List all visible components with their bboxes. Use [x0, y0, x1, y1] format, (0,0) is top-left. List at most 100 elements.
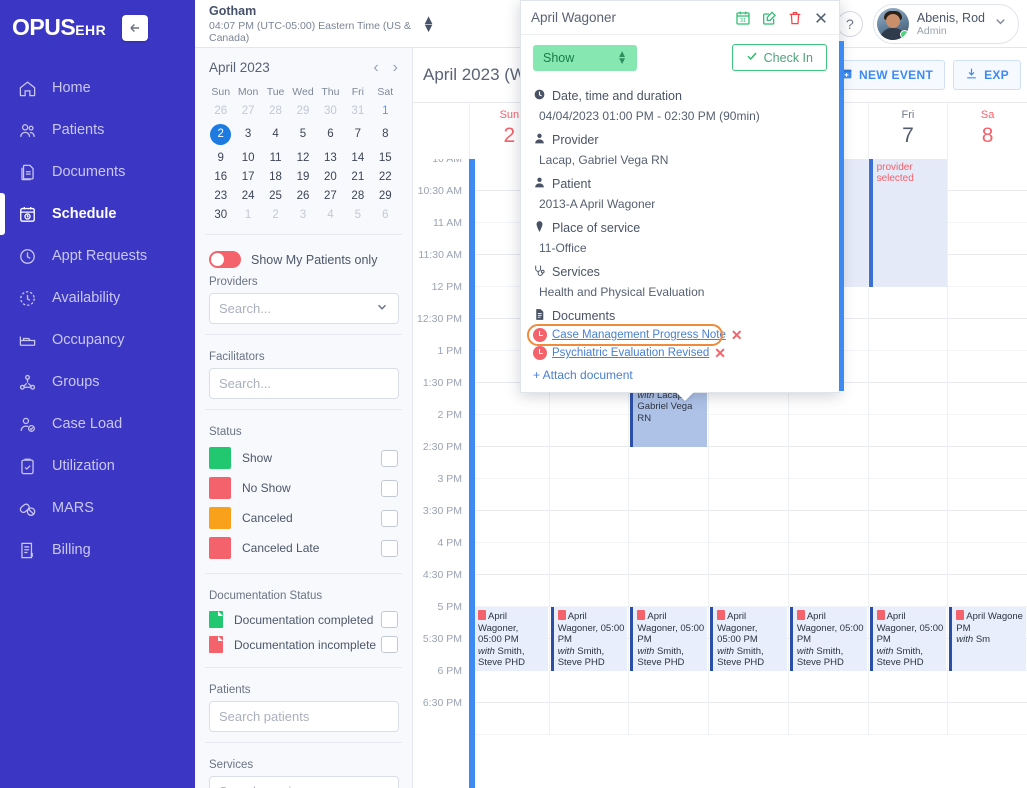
mini-calendar-day[interactable]: 9 [207, 148, 234, 167]
calendar-event[interactable]: April Wagoner, 05:00 PM with Smith, Stev… [869, 607, 947, 671]
sidebar-item-patients[interactable]: Patients [0, 109, 195, 151]
calendar-slot[interactable] [868, 415, 948, 447]
edit-square-icon[interactable] [761, 10, 777, 26]
mini-calendar-day[interactable]: 14 [344, 148, 371, 167]
calendar-slot[interactable] [549, 479, 629, 511]
services-search-input[interactable]: Search services [209, 776, 399, 788]
calendar-slot[interactable] [868, 319, 948, 351]
mini-calendar-day[interactable]: 17 [234, 167, 261, 186]
status-item-checkbox[interactable] [381, 509, 398, 527]
document-link[interactable]: Psychiatric Evaluation Revised [552, 347, 709, 359]
mini-calendar-day[interactable]: 5 [289, 120, 316, 148]
calendar-slot[interactable] [709, 447, 788, 479]
providers-search-input[interactable]: Search... [209, 293, 399, 324]
calendar-slot[interactable] [709, 703, 788, 735]
mini-calendar-day[interactable]: 16 [207, 167, 234, 186]
mini-calendar-day[interactable]: 30 [207, 205, 234, 224]
calendar-slot[interactable] [868, 543, 948, 575]
status-item-checkbox[interactable] [381, 479, 398, 497]
mini-calendar-day[interactable]: 26 [289, 186, 316, 205]
mini-calendar-day[interactable]: 23 [207, 186, 234, 205]
calendar-event[interactable]: April Wagoner, 05:00 PM with Smith, Stev… [710, 607, 787, 671]
remove-document-button[interactable]: ✕ [731, 328, 743, 342]
doc-status-item-checkbox[interactable] [381, 611, 398, 628]
mini-calendar-day[interactable]: 8 [372, 120, 399, 148]
sidebar-item-schedule[interactable]: Schedule [0, 193, 195, 235]
mini-calendar-day[interactable]: 13 [317, 148, 344, 167]
calendar-slot[interactable] [788, 479, 868, 511]
sidebar-item-mars[interactable]: MARS [0, 487, 195, 529]
mini-calendar-day[interactable]: 3 [289, 205, 316, 224]
sidebar-item-appt-requests[interactable]: Appt Requests [0, 235, 195, 277]
calendar-slot[interactable] [709, 511, 788, 543]
calendar-slot[interactable] [948, 575, 1027, 607]
calendar-slot[interactable] [948, 351, 1027, 383]
mini-calendar-day[interactable]: 12 [289, 148, 316, 167]
calendar-slot[interactable] [788, 575, 868, 607]
calendar-slot[interactable] [629, 447, 709, 479]
calendar-slot[interactable] [629, 479, 709, 511]
appointment-status-select[interactable]: Show ▲ ▼ [533, 44, 637, 71]
sidebar-item-availability[interactable]: Availability [0, 277, 195, 319]
calendar-slot[interactable] [868, 703, 948, 735]
user-menu[interactable]: Abenis, Rod Admin [872, 3, 1019, 44]
mini-calendar-day[interactable]: 18 [262, 167, 289, 186]
show-my-patients-row[interactable]: Show My Patients only [195, 245, 412, 270]
mini-calendar-day[interactable]: 2 [207, 120, 234, 148]
calendar-slot[interactable] [549, 671, 629, 703]
calendar-event[interactable]: April Wagoner, 05:00 PM with Smith, Stev… [471, 607, 548, 671]
mini-calendar-day[interactable]: 5 [344, 205, 371, 224]
calendar-slot[interactable] [629, 575, 709, 607]
location-selector[interactable]: Gotham 04:07 PM (UTC-05:00) Eastern Time… [195, 4, 435, 44]
mini-calendar-day[interactable]: 28 [262, 101, 289, 120]
calendar-slot[interactable] [470, 575, 549, 607]
calendar-slot[interactable] [948, 159, 1027, 191]
doc-status-item-checkbox[interactable] [381, 636, 398, 653]
mini-calendar-day[interactable]: 24 [234, 186, 261, 205]
mini-calendar-day[interactable]: 10 [234, 148, 261, 167]
calendar-slot[interactable] [788, 447, 868, 479]
calendar-slot[interactable] [788, 511, 868, 543]
calendar-slot[interactable] [788, 703, 868, 735]
calendar-slot[interactable] [948, 703, 1027, 735]
calendar-event[interactable]: April Wagone PM with Sm [949, 607, 1026, 671]
show-my-patients-toggle[interactable] [209, 251, 241, 268]
calendar-slot[interactable] [629, 671, 709, 703]
calendar-slot[interactable] [868, 447, 948, 479]
check-in-button[interactable]: Check In [731, 44, 827, 71]
calendar-slot[interactable] [788, 415, 868, 447]
mini-calendar-day[interactable]: 1 [372, 101, 399, 120]
provider-selected-block[interactable]: provider selected [868, 159, 948, 287]
calendar-slot[interactable] [948, 671, 1027, 703]
calendar-slot[interactable] [868, 671, 948, 703]
calendar-slot[interactable] [629, 703, 709, 735]
calendar-slot[interactable] [948, 415, 1027, 447]
popup-scroll-indicator[interactable] [839, 41, 844, 391]
trash-icon[interactable] [787, 10, 803, 26]
mini-calendar-day[interactable]: 25 [262, 186, 289, 205]
calendar-day-column[interactable]: provider selected April Wagoner, 05:00 P… [867, 159, 948, 735]
close-icon[interactable] [813, 10, 829, 26]
calendar-slot[interactable] [549, 511, 629, 543]
mini-calendar-day[interactable]: 2 [262, 205, 289, 224]
calendar-slot[interactable] [948, 191, 1027, 223]
mini-calendar-day[interactable]: 4 [317, 205, 344, 224]
calendar-slot[interactable] [948, 543, 1027, 575]
calendar-slot[interactable] [868, 575, 948, 607]
sidebar-item-documents[interactable]: Documents [0, 151, 195, 193]
calendar-slot[interactable] [470, 447, 549, 479]
calendar-slot[interactable] [629, 511, 709, 543]
mini-calendar-day[interactable]: 4 [262, 120, 289, 148]
calendar-slot[interactable] [709, 543, 788, 575]
status-item-checkbox[interactable] [381, 449, 398, 467]
mini-calendar-day[interactable]: 26 [207, 101, 234, 120]
status-item-checkbox[interactable] [381, 539, 398, 557]
mini-calendar-day[interactable]: 20 [317, 167, 344, 186]
mini-calendar-day[interactable]: 27 [234, 101, 261, 120]
calendar-slot[interactable] [470, 703, 549, 735]
calendar-slot[interactable] [948, 255, 1027, 287]
calendar-slot[interactable] [470, 543, 549, 575]
help-button[interactable]: ? [836, 10, 863, 37]
patients-search-input[interactable]: Search patients [209, 701, 399, 732]
document-link[interactable]: Case Management Progress Note [552, 329, 726, 341]
